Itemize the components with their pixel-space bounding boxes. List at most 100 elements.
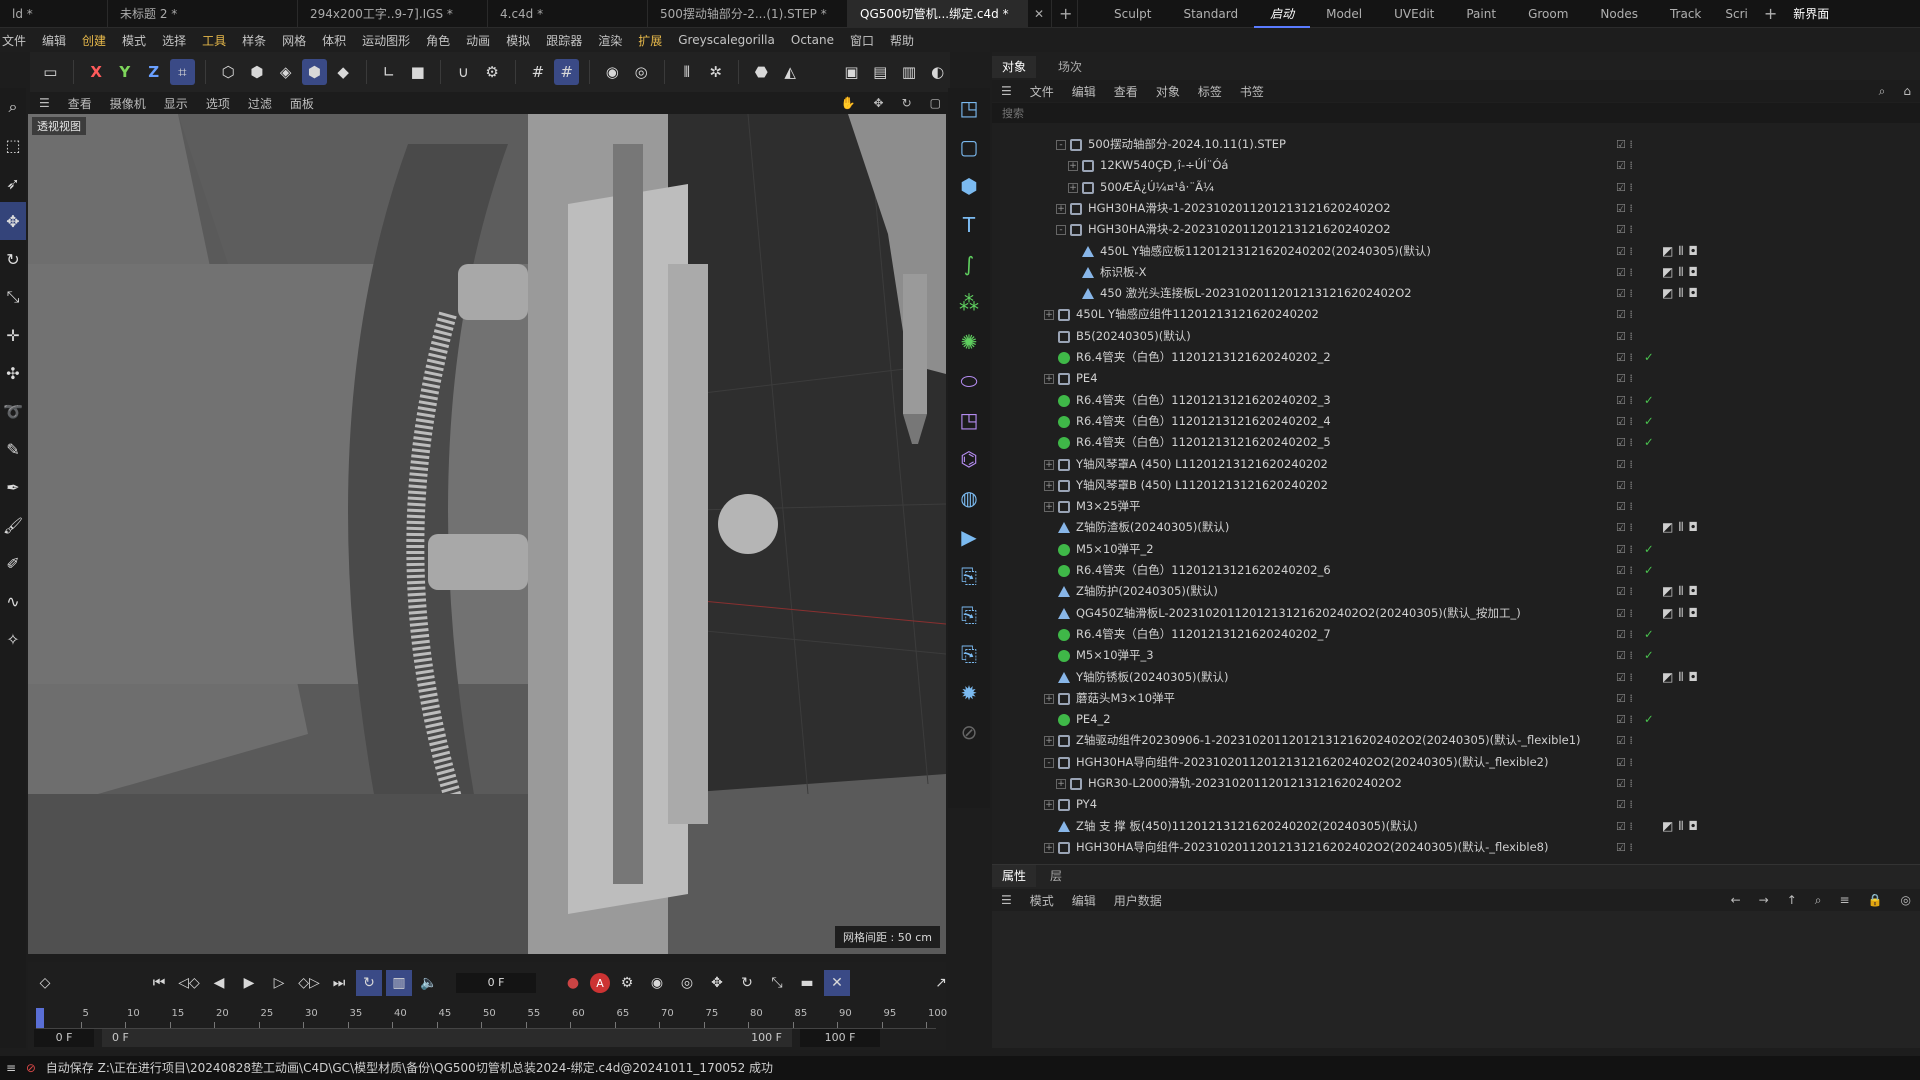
visibility-toggle-icon[interactable]: ☑ ⁞ bbox=[1616, 730, 1633, 751]
expand-toggle-icon[interactable]: + bbox=[1056, 203, 1066, 214]
menu-select[interactable]: 选择 bbox=[154, 32, 194, 49]
visibility-toggle-icon[interactable]: ☑ ⁞ bbox=[1616, 560, 1633, 581]
enabled-check-icon[interactable]: ✓ bbox=[1644, 560, 1654, 581]
am-search-icon[interactable]: ⌕ bbox=[1806, 893, 1831, 908]
tab-objects[interactable]: 对象 bbox=[992, 56, 1037, 78]
layout-tab-sculpt[interactable]: Sculpt bbox=[1098, 0, 1167, 28]
transform-icon[interactable]: ✛ bbox=[0, 316, 26, 354]
expand-toggle-icon[interactable]: + bbox=[1056, 779, 1066, 789]
object-row[interactable]: + Z轴驱动组件20230906-1-2023102011201213121620… bbox=[992, 730, 1920, 751]
object-row[interactable]: 450L Y轴感应板11201213121620240202(20240305)… bbox=[992, 241, 1920, 262]
menu-tracker[interactable]: 跟踪器 bbox=[538, 32, 590, 49]
menu-extensions[interactable]: 扩展 bbox=[630, 32, 670, 49]
object-row[interactable]: Y轴防锈板(20240305)(默认) ☑ ⁞ ◩⫴◘ bbox=[992, 667, 1920, 688]
menu-character[interactable]: 角色 bbox=[418, 32, 458, 49]
brush-icon[interactable]: 🖌 bbox=[0, 506, 26, 544]
record-icon[interactable]: ● bbox=[560, 970, 586, 996]
axis-z-toggle[interactable]: Z bbox=[141, 59, 166, 85]
visibility-toggle-icon[interactable]: ☑ ⁞ bbox=[1616, 603, 1633, 624]
render-picture-viewer-icon[interactable]: ▤ bbox=[868, 59, 893, 85]
volume-object-icon[interactable]: ◳ bbox=[948, 400, 990, 439]
null-object-icon[interactable]: ▢ bbox=[948, 127, 990, 166]
octane-live-icon[interactable]: ◐ bbox=[925, 59, 950, 85]
pos-key-icon[interactable]: ◉ bbox=[644, 970, 670, 996]
menu-spline[interactable]: 样条 bbox=[234, 32, 274, 49]
new-layout-button[interactable]: 新界面 bbox=[1785, 0, 1837, 28]
menu-window[interactable]: 窗口 bbox=[842, 32, 882, 49]
menu-simulate[interactable]: 模拟 bbox=[498, 32, 538, 49]
object-row[interactable]: + HGR30-L2000滑轨-2023102011201213121620240… bbox=[992, 773, 1920, 794]
expand-toggle-icon[interactable]: + bbox=[1044, 459, 1054, 470]
camera-3-object-icon[interactable]: ⎘ bbox=[948, 634, 990, 673]
autokey-icon[interactable]: A bbox=[590, 973, 610, 993]
enabled-check-icon[interactable]: ✓ bbox=[1644, 624, 1654, 645]
visibility-toggle-icon[interactable]: ☑ ⁞ bbox=[1616, 198, 1633, 219]
visibility-toggle-icon[interactable]: ☑ ⁞ bbox=[1616, 262, 1633, 283]
expand-toggle-icon[interactable]: + bbox=[1044, 480, 1054, 491]
visibility-toggle-icon[interactable]: ☑ ⁞ bbox=[1616, 773, 1633, 794]
object-row[interactable]: B5(20240305)(默认) ☑ ⁞ bbox=[992, 326, 1920, 347]
object-row[interactable]: R6.4管夹（白色）11201213121620240202_6 ☑ ⁞ ✓ bbox=[992, 560, 1920, 581]
visibility-toggle-icon[interactable]: ☑ ⁞ bbox=[1616, 794, 1633, 815]
visibility-toggle-icon[interactable]: ☑ ⁞ bbox=[1616, 624, 1633, 645]
viewport-menu-display[interactable]: 显示 bbox=[155, 95, 197, 112]
layout-tab-paint[interactable]: Paint bbox=[1450, 0, 1512, 28]
viewport-menu-view[interactable]: 查看 bbox=[59, 95, 101, 112]
smooth-icon[interactable]: ∿ bbox=[0, 582, 26, 620]
object-row[interactable]: R6.4管夹（白色）11201213121620240202_7 ☑ ⁞ ✓ bbox=[992, 624, 1920, 645]
expand-toggle-icon[interactable]: + bbox=[1044, 502, 1054, 513]
keyframe-selection-icon[interactable]: ⚙ bbox=[614, 970, 640, 996]
expand-toggle-icon[interactable]: - bbox=[1056, 225, 1066, 236]
render-settings-icon[interactable]: ▥ bbox=[897, 59, 922, 85]
field-object-icon[interactable]: ⬭ bbox=[948, 361, 990, 400]
menu-help[interactable]: 帮助 bbox=[882, 32, 922, 49]
previous-key-icon[interactable]: ◁◇ bbox=[176, 970, 202, 996]
next-frame-icon[interactable]: ▷ bbox=[266, 970, 292, 996]
character-object-icon[interactable]: ⌬ bbox=[948, 439, 990, 478]
text-object-icon[interactable]: T bbox=[948, 205, 990, 244]
uv-mode-icon[interactable]: ◆ bbox=[331, 59, 356, 85]
object-row[interactable]: + Y轴风琴罩B (450) L11201213121620240202 ☑ ⁞ bbox=[992, 475, 1920, 496]
previous-frame-icon[interactable]: ◀ bbox=[206, 970, 232, 996]
scale-key-icon[interactable]: ⤡ bbox=[764, 970, 790, 996]
om-hamburger-icon[interactable]: ☰ bbox=[992, 84, 1021, 98]
model-mode-icon[interactable]: ⬡ bbox=[216, 59, 241, 85]
visibility-toggle-icon[interactable]: ☑ ⁞ bbox=[1616, 496, 1633, 517]
lock-icon[interactable]: 🔒 bbox=[1859, 893, 1892, 907]
expand-toggle-icon[interactable]: - bbox=[1056, 140, 1066, 150]
object-tags-icon[interactable]: ◩⫴◘ bbox=[1662, 283, 1703, 304]
undo-view-icon[interactable]: ▭ bbox=[38, 59, 63, 85]
layout-tab-script[interactable]: Scri bbox=[1717, 0, 1755, 28]
visibility-toggle-icon[interactable]: ☑ ⁞ bbox=[1616, 645, 1633, 666]
om-home-icon[interactable]: ⌂ bbox=[1894, 84, 1920, 98]
cube-object-icon[interactable]: ⬢ bbox=[948, 166, 990, 205]
object-row[interactable]: + M3×25弹平 ☑ ⁞ bbox=[992, 496, 1920, 517]
visibility-toggle-icon[interactable]: ☑ ⁞ bbox=[1616, 219, 1633, 240]
spline-object-icon[interactable]: ∫ bbox=[948, 244, 990, 283]
expand-toggle-icon[interactable]: + bbox=[1044, 310, 1054, 321]
object-row[interactable]: R6.4管夹（白色）11201213121620240202_3 ☑ ⁞ ✓ bbox=[992, 390, 1920, 411]
visibility-toggle-icon[interactable]: ☑ ⁞ bbox=[1616, 155, 1633, 176]
doc-tab-1[interactable]: 未标题 2 * bbox=[108, 0, 298, 28]
go-to-start-icon[interactable]: ⏮ bbox=[146, 970, 172, 996]
object-tags-icon[interactable]: ◩⫴◘ bbox=[1662, 603, 1703, 624]
target-icon[interactable]: ◎ bbox=[629, 59, 654, 85]
visibility-toggle-icon[interactable]: ☑ ⁞ bbox=[1616, 411, 1633, 432]
om-search-icon[interactable]: ⌕ bbox=[1870, 84, 1895, 99]
move-key-icon[interactable]: ✥ bbox=[704, 970, 730, 996]
back-arrow-icon[interactable]: ← bbox=[1722, 893, 1750, 907]
menu-mode[interactable]: 模式 bbox=[114, 32, 154, 49]
om-menu-tags[interactable]: 标签 bbox=[1189, 83, 1231, 100]
visibility-toggle-icon[interactable]: ☑ ⁞ bbox=[1616, 539, 1633, 560]
expand-toggle-icon[interactable]: + bbox=[1044, 693, 1054, 704]
layout-tab-model[interactable]: Model bbox=[1310, 0, 1378, 28]
expand-toggle-icon[interactable]: + bbox=[1068, 182, 1078, 193]
layout-tab-uvedit[interactable]: UVEdit bbox=[1378, 0, 1450, 28]
rotate-key-icon[interactable]: ↻ bbox=[734, 970, 760, 996]
expand-toggle-icon[interactable]: - bbox=[1044, 757, 1054, 768]
grid-snap-icon[interactable]: # bbox=[525, 59, 550, 85]
fps-icon[interactable]: ▥ bbox=[386, 970, 412, 996]
start-frame-field[interactable]: 0 F bbox=[34, 1029, 94, 1047]
select-icon[interactable]: ⬚ bbox=[0, 126, 26, 164]
viewport-menu-camera[interactable]: 摄像机 bbox=[101, 95, 155, 112]
